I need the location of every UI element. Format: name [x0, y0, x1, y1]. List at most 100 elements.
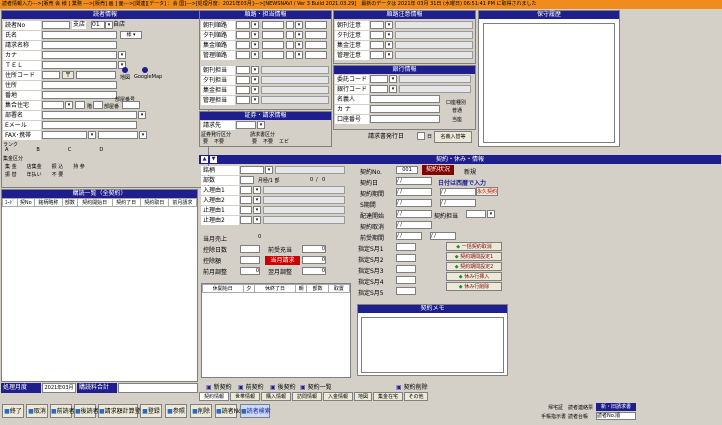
action-button-0[interactable]: ◆ 一括契約取消 [446, 242, 502, 251]
reader-no-input[interactable] [42, 21, 70, 29]
bill-type-opts[interactable]: 要不要 エビ [252, 138, 289, 145]
footer-button-0[interactable]: ■終了 [2, 404, 24, 418]
footer-button-1[interactable]: ■取消 [26, 404, 48, 418]
action-button-3[interactable]: ◆ 休み行挿入 [446, 272, 502, 281]
bank-input-2[interactable] [370, 95, 440, 103]
prev-period-to[interactable]: / / [430, 232, 456, 240]
delivery-route-d-2[interactable] [305, 41, 327, 49]
delivery-route-dd-1[interactable]: ▾ [251, 31, 259, 39]
bill-ebi[interactable]: エビ [279, 138, 289, 145]
delivery-staff-7[interactable] [236, 96, 250, 104]
rank-d[interactable]: D [99, 147, 103, 153]
s-period-to[interactable]: / / [440, 199, 476, 207]
up-arrow-icon[interactable]: ▲ [201, 156, 208, 163]
lot-input[interactable] [42, 91, 117, 99]
month-input-1[interactable] [396, 254, 416, 262]
delivery-route-a-3[interactable] [236, 51, 250, 59]
rank-a[interactable]: A [5, 147, 8, 153]
dept-count-input[interactable] [240, 176, 254, 184]
dept-input[interactable] [42, 111, 137, 119]
collect-opt-1[interactable]: 集 金 [5, 163, 17, 170]
contract-action-0[interactable]: ▣ 新契約 [206, 382, 232, 391]
keep-textarea[interactable] [483, 23, 615, 143]
postal-button[interactable]: 〒 [62, 71, 74, 79]
bank-input-4[interactable] [370, 115, 440, 123]
brand-input[interactable] [240, 166, 264, 174]
customer-name-input[interactable] [42, 41, 117, 49]
postal-input[interactable] [76, 71, 116, 79]
staff-input[interactable] [466, 210, 486, 218]
stop2-dropdown[interactable]: ▾ [253, 216, 261, 224]
month-input-0[interactable] [396, 243, 416, 251]
bill-no[interactable]: 不要 [263, 138, 273, 145]
stop2-input[interactable] [240, 216, 252, 224]
delivery-route-dd-2[interactable]: ▾ [251, 41, 259, 49]
month-input-2[interactable] [396, 265, 416, 273]
contract-action-2[interactable]: ▣ 後契約 [270, 382, 296, 391]
staff-dropdown[interactable]: ▾ [487, 210, 495, 218]
delivery-route-dd2-0[interactable]: ▾ [295, 21, 303, 29]
notes-input-2[interactable] [370, 41, 384, 49]
delivery-route-b-3[interactable] [262, 51, 284, 59]
fax-input[interactable] [42, 131, 87, 139]
tab-1[interactable]: 世帯情報 [230, 392, 260, 401]
purchase-table[interactable]: ｺｰﾄﾞ 契No 銘柄略称 部数 契約開始日 契約了日 契約取日 前月請求 [2, 198, 198, 207]
footer-button-3[interactable]: ■後読者 [74, 404, 99, 418]
deduct-amt-input[interactable] [240, 256, 260, 264]
apt-input[interactable] [42, 101, 64, 109]
stop1-input[interactable] [240, 206, 252, 214]
tab-2[interactable]: 購入情報 [261, 392, 291, 401]
delivery-route-c-1[interactable] [286, 31, 294, 39]
map-pin-icon[interactable] [122, 67, 128, 73]
acct-normal[interactable]: 普通 [452, 107, 462, 114]
tab-3[interactable]: 訪問情報 [292, 392, 322, 401]
bank-input-1[interactable] [370, 85, 388, 93]
tab-0[interactable]: 契約情報 [199, 392, 229, 401]
globe-icon[interactable] [142, 67, 148, 73]
footer-button-4[interactable]: ■請求額計算登録 [98, 404, 147, 418]
delivery-route-a-2[interactable] [236, 41, 250, 49]
action-button-1[interactable]: ◆ 契約期間設定1 [446, 252, 502, 261]
name-input[interactable] [42, 31, 117, 39]
footer-button-8[interactable]: ■読者No [215, 404, 242, 418]
sec-need[interactable]: 要 [203, 138, 208, 145]
bill-to-input[interactable] [236, 121, 256, 129]
room-input[interactable] [93, 101, 103, 109]
address-input[interactable] [42, 81, 117, 89]
tab-7[interactable]: その他 [404, 392, 428, 401]
collect-opt-3[interactable]: 振 込 [52, 163, 64, 170]
in1-input[interactable] [240, 186, 252, 194]
collect-options-2[interactable]: 振 替 年払い 不 要 [5, 171, 63, 178]
action-button-2[interactable]: ◆ 契約期間設定2 [446, 262, 502, 271]
stop1-dropdown[interactable]: ▾ [253, 206, 261, 214]
footer-button-5[interactable]: ■登録 [140, 404, 162, 418]
notes-dd-3[interactable]: ▾ [385, 51, 393, 59]
delivery-route-c-3[interactable] [286, 51, 294, 59]
mobile-input[interactable] [98, 131, 138, 139]
notes-dd-1[interactable]: ▾ [385, 31, 393, 39]
notes-dd-2[interactable]: ▾ [385, 41, 393, 49]
address-code-input[interactable] [42, 71, 60, 79]
footer-button-9[interactable]: ■読者検索 [240, 404, 271, 418]
contract-cancel-input[interactable]: / / [396, 221, 432, 229]
month-input-3[interactable] [396, 276, 416, 284]
delivery-route-c-0[interactable] [286, 21, 294, 29]
room-no-input[interactable] [122, 101, 140, 109]
notes-dd-0[interactable]: ▾ [385, 21, 393, 29]
collect-opt-4[interactable]: 持 参 [73, 163, 85, 170]
email-input[interactable] [42, 121, 137, 129]
bank-dd-0[interactable]: ▾ [389, 75, 397, 83]
bank-dd-1[interactable]: ▾ [389, 85, 397, 93]
tab-5[interactable]: 地図 [354, 392, 372, 401]
delivery-route-a-1[interactable] [236, 31, 250, 39]
delivery-staff-dd-7[interactable]: ▾ [251, 96, 259, 104]
delivery-route-d-3[interactable] [305, 51, 327, 59]
contract-action-1[interactable]: ▣ 前契約 [238, 382, 264, 391]
brand-dropdown[interactable]: ▾ [265, 166, 273, 174]
in1-dropdown[interactable]: ▾ [253, 186, 261, 194]
tab-4[interactable]: 入金情報 [323, 392, 353, 401]
footer-right-2[interactable]: 手帳指示書 [541, 413, 566, 420]
footer-right-4[interactable]: 読者台帳 [568, 413, 588, 420]
period-from[interactable]: / / [396, 188, 432, 196]
notes-input-0[interactable] [370, 21, 384, 29]
